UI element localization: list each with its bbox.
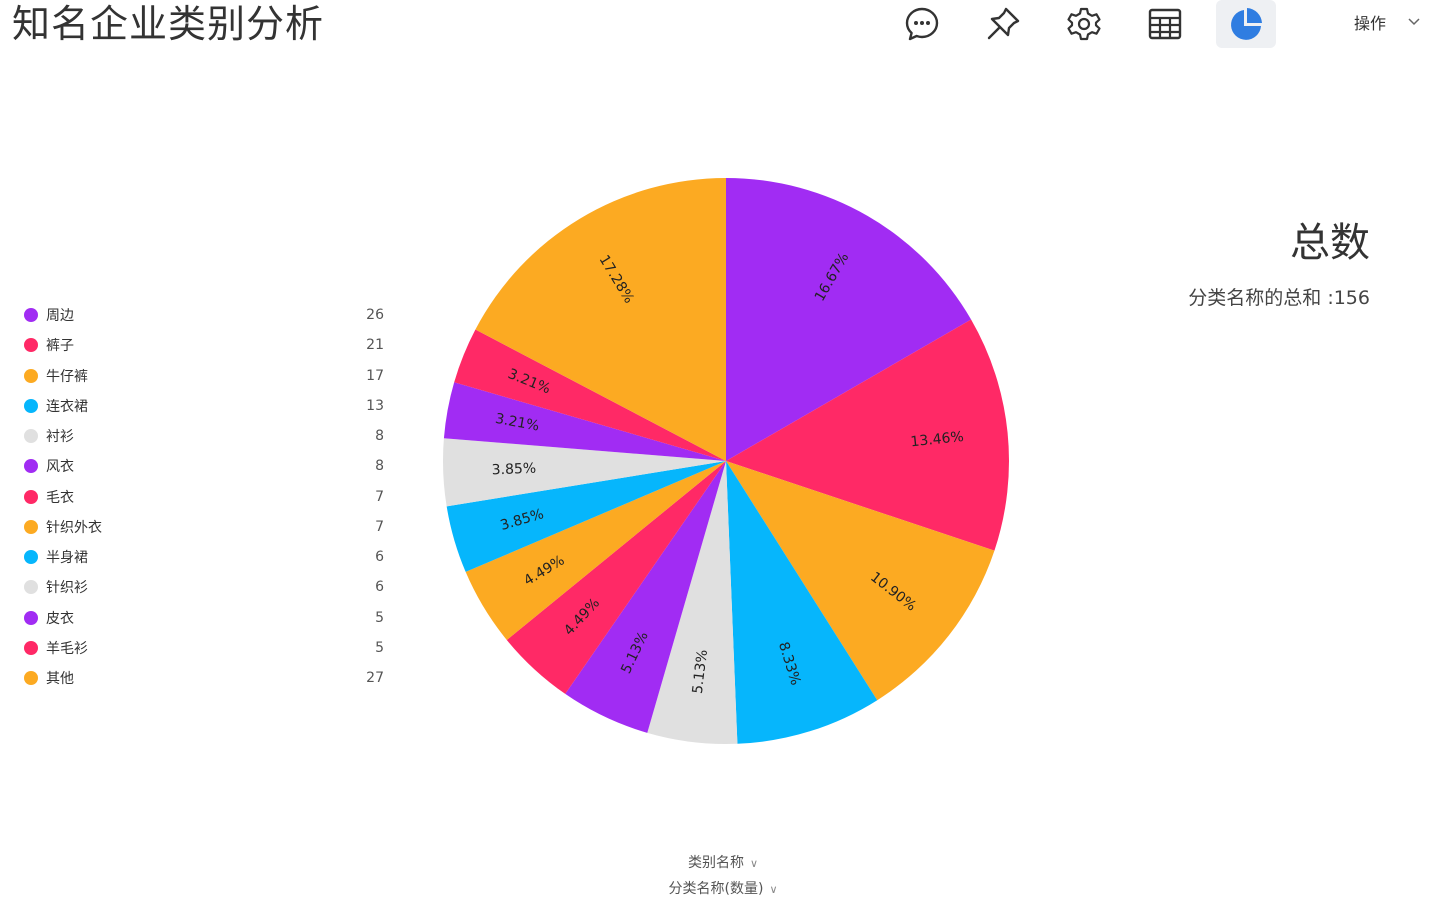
slice-percent-label: 3.85%	[491, 461, 536, 479]
summary-title: 总数	[1290, 220, 1370, 266]
chevron-down-icon: ∨	[769, 883, 778, 896]
pie-chart: 16.67%13.46%10.90%8.33%5.13%5.13%4.49%4.…	[443, 178, 1009, 745]
category-field-label: 类别名称	[687, 855, 744, 871]
value-field-label: 分类名称(数量)	[668, 881, 764, 897]
summary-total: 分类名称的总和 :156	[1188, 287, 1370, 309]
chevron-down-icon: ∨	[749, 857, 759, 870]
value-field-selector[interactable]: 分类名称(数量) ∨	[0, 878, 1446, 898]
category-field-selector[interactable]: 类别名称 ∨	[0, 852, 1446, 872]
